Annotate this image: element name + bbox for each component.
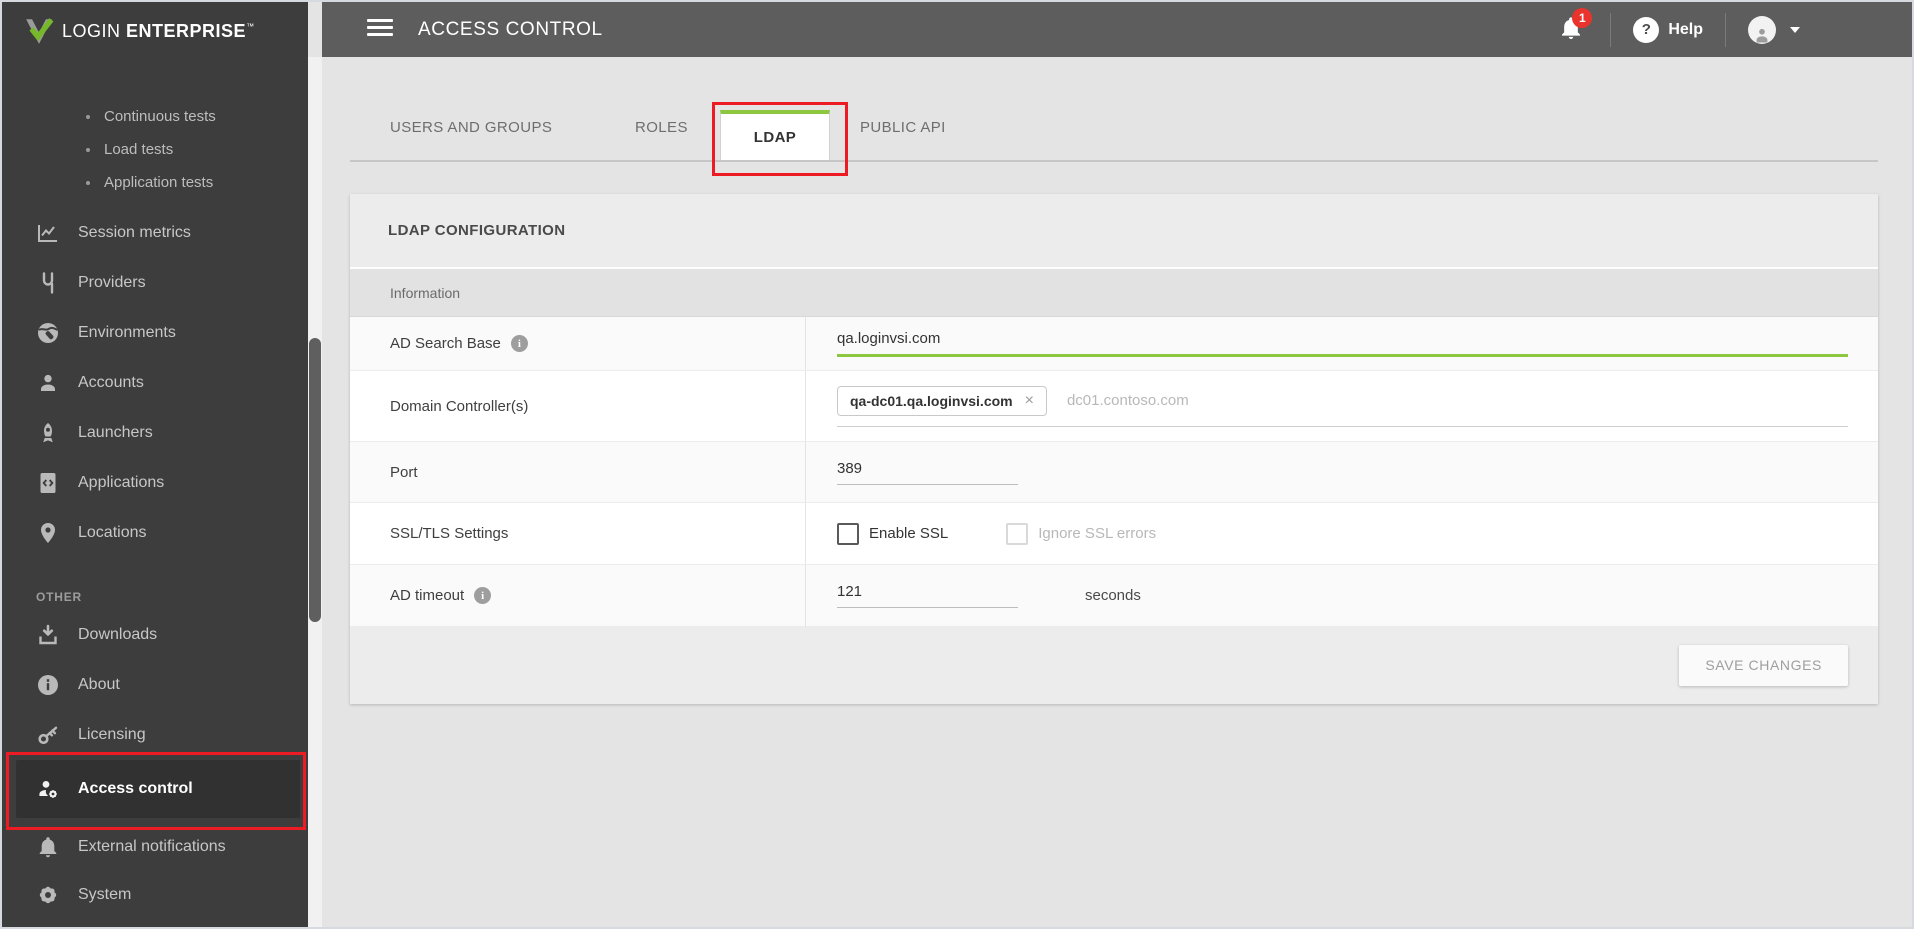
- menu-icon[interactable]: [367, 19, 393, 40]
- tab-ldap[interactable]: LDAP: [720, 110, 830, 160]
- notifications-button[interactable]: 1: [1558, 7, 1593, 45]
- row-ad-timeout: AD timeout i seconds: [350, 565, 1878, 626]
- ignore-ssl-errors-label: Ignore SSL errors: [1038, 525, 1157, 542]
- sidebar-item-accounts[interactable]: Accounts: [2, 358, 308, 408]
- sidebar: LOGIN ENTERPRISE™ Continuous tests Load …: [2, 2, 308, 927]
- download-icon: [36, 623, 60, 647]
- ad-search-base-input[interactable]: [837, 330, 1848, 357]
- enable-ssl-checkbox[interactable]: [837, 522, 859, 545]
- sidebar-scrollbar-thumb[interactable]: [309, 338, 321, 622]
- sidebar-item-launchers[interactable]: Launchers: [2, 408, 308, 458]
- bullet-icon: [86, 114, 90, 119]
- enable-ssl-label: Enable SSL: [869, 525, 949, 542]
- sidebar-item-downloads[interactable]: Downloads: [2, 610, 308, 660]
- help-button[interactable]: ? Help: [1633, 16, 1703, 43]
- sidebar-item-providers[interactable]: Providers: [2, 258, 308, 308]
- ad-timeout-input[interactable]: [837, 583, 1018, 608]
- info-icon: [36, 673, 60, 697]
- domain-controller-input[interactable]: [1066, 392, 1848, 409]
- field-label: AD Search Base: [390, 335, 501, 352]
- globe-icon: [36, 321, 60, 345]
- sidebar-section-other: OTHER: [36, 590, 82, 604]
- card-footer: SAVE CHANGES: [350, 626, 1878, 704]
- sidebar-item-environments[interactable]: Environments: [2, 308, 308, 358]
- sidebar-item-about[interactable]: About: [2, 660, 308, 710]
- sidebar-item-application-tests[interactable]: Application tests: [2, 166, 308, 199]
- sidebar-scrollbar[interactable]: [308, 57, 322, 927]
- plug-icon: [36, 271, 60, 295]
- tab-public-api[interactable]: PUBLIC API: [860, 95, 946, 160]
- gear-icon: [36, 883, 60, 907]
- row-port: Port: [350, 442, 1878, 503]
- code-file-icon: [36, 471, 60, 495]
- card-header: LDAP CONFIGURATION: [350, 194, 1878, 269]
- sidebar-item-external-notifications[interactable]: External notifications: [2, 822, 308, 872]
- field-label: Port: [390, 463, 418, 481]
- card-title: LDAP CONFIGURATION: [388, 222, 566, 239]
- ignore-ssl-errors-checkbox[interactable]: [1006, 522, 1029, 545]
- sidebar-item-locations[interactable]: Locations: [2, 508, 308, 558]
- row-ad-search-base: AD Search Base i: [350, 317, 1878, 371]
- sidebar-item-licensing[interactable]: Licensing: [2, 710, 308, 760]
- information-section-header: Information: [350, 269, 1878, 317]
- user-gear-icon: [36, 777, 60, 801]
- tab-users-and-groups[interactable]: USERS AND GROUPS: [390, 95, 552, 160]
- location-pin-icon: [36, 521, 60, 545]
- notification-badge: 1: [1572, 7, 1593, 28]
- chip-remove-icon[interactable]: ×: [1025, 392, 1034, 409]
- sidebar-item-continuous-tests[interactable]: Continuous tests: [2, 100, 308, 133]
- domain-controller-chip: qa-dc01.qa.loginvsi.com ×: [837, 385, 1047, 416]
- info-icon[interactable]: i: [474, 587, 492, 604]
- sidebar-item-system[interactable]: System: [2, 870, 308, 920]
- bell-icon: [36, 835, 60, 859]
- save-changes-button[interactable]: SAVE CHANGES: [1679, 644, 1848, 686]
- divider: [1610, 12, 1612, 47]
- topbar: ACCESS CONTROL 1 ? Help: [322, 2, 1912, 57]
- chart-icon: [36, 221, 60, 245]
- user-menu[interactable]: [1748, 15, 1800, 44]
- sidebar-item-applications[interactable]: Applications: [2, 458, 308, 508]
- brand-check-icon: [26, 18, 54, 44]
- avatar: [1748, 15, 1776, 44]
- question-icon: ?: [1633, 16, 1660, 43]
- ad-timeout-suffix: seconds: [1085, 587, 1141, 604]
- divider: [1725, 12, 1726, 47]
- sidebar-item-load-tests[interactable]: Load tests: [2, 133, 308, 166]
- person-icon: [1756, 28, 1768, 42]
- brand-name: LOGIN ENTERPRISE™: [62, 20, 255, 41]
- key-icon: [36, 723, 60, 747]
- row-domain-controllers: Domain Controller(s) qa-dc01.qa.loginvsi…: [350, 371, 1878, 442]
- field-label: Domain Controller(s): [390, 397, 529, 415]
- field-label: SSL/TLS Settings: [390, 525, 509, 542]
- tab-roles[interactable]: ROLES: [635, 95, 688, 160]
- port-input[interactable]: [837, 459, 1018, 485]
- main-content: USERS AND GROUPS ROLES LDAP PUBLIC API L…: [322, 57, 1912, 927]
- tab-bar: USERS AND GROUPS ROLES LDAP PUBLIC API: [350, 95, 1878, 176]
- rocket-icon: [36, 421, 60, 445]
- page-title: ACCESS CONTROL: [418, 18, 603, 40]
- field-label: AD timeout: [390, 587, 465, 604]
- app-window: LOGIN ENTERPRISE™ Continuous tests Load …: [0, 0, 1914, 929]
- info-icon[interactable]: i: [510, 335, 528, 352]
- row-ssl-tls: SSL/TLS Settings Enable SSL Ignore SSL e…: [350, 503, 1878, 565]
- sidebar-item-session-metrics[interactable]: Session metrics: [2, 208, 308, 258]
- brand-logo[interactable]: LOGIN ENTERPRISE™: [24, 16, 255, 46]
- bullet-icon: [86, 147, 90, 152]
- person-icon: [36, 371, 60, 395]
- sidebar-item-access-control[interactable]: Access control: [16, 760, 300, 818]
- chevron-down-icon: [1790, 26, 1800, 33]
- bullet-icon: [86, 180, 90, 185]
- domain-controllers-field: qa-dc01.qa.loginvsi.com ×: [837, 385, 1848, 427]
- ldap-configuration-card: LDAP CONFIGURATION Information AD Search…: [350, 194, 1878, 704]
